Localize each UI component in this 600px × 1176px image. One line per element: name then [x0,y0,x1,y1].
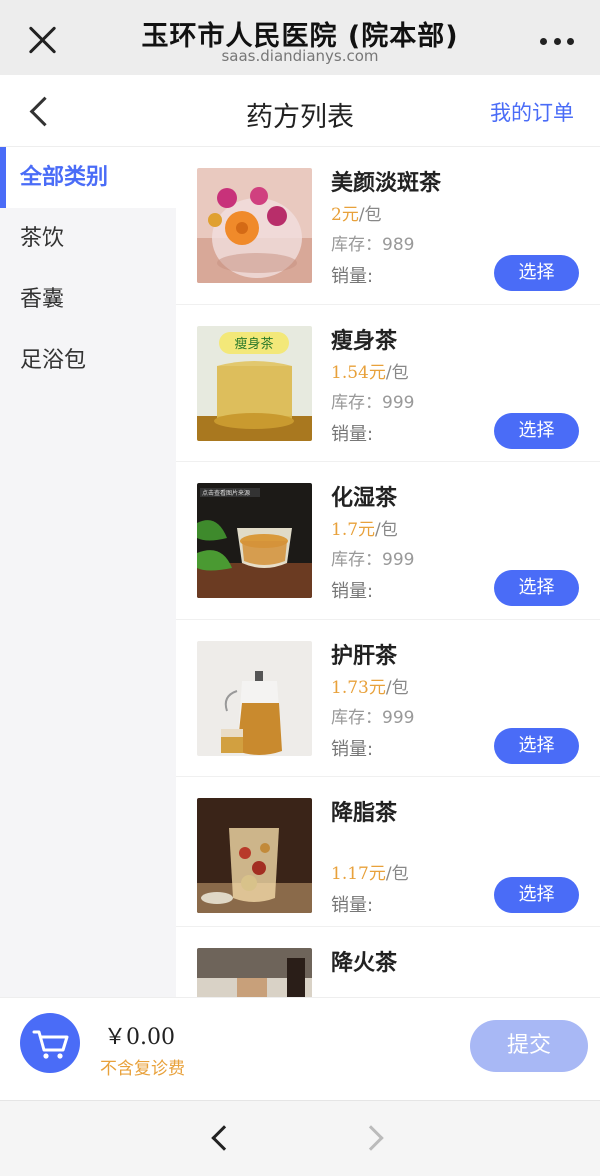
product-list: 美颜淡斑茶 2元/包 库存：989 销量: 选择 瘦身茶 瘦身茶 1.54元/包… [176,147,600,997]
select-button[interactable]: 选择 [494,255,579,291]
price-value: 1.7元 [331,520,376,540]
product-item: 降脂茶 1.17元/包 销量: 选择 [176,777,600,927]
cart-bar: ￥0.00 不含复诊费 提交 [0,997,600,1100]
product-name: 瘦身茶 [331,328,398,354]
thumb-label: 瘦身茶 [234,336,273,352]
price-unit: /包 [358,205,382,225]
sidebar-item-footbath[interactable]: 足浴包 [0,330,176,391]
product-price: 2元/包 [331,200,382,225]
product-stock: 库存：999 [331,707,415,728]
product-stock: 库存：999 [331,392,415,413]
product-sales: 销量: [331,738,374,760]
price-unit: /包 [385,362,409,383]
product-item: 降火茶 [176,927,600,997]
price-unit: /包 [385,864,409,884]
cart-total: ￥0.00 [104,1025,175,1050]
product-price: 1.17元/包 [331,859,409,884]
sidebar-item-sachet[interactable]: 香囊 [0,269,176,330]
product-item: 美颜淡斑茶 2元/包 库存：989 销量: 选择 [176,147,600,305]
sidebar-item-tea[interactable]: 茶饮 [0,208,176,269]
shopping-cart-icon[interactable] [20,1013,80,1073]
product-name: 美颜淡斑茶 [331,171,442,196]
product-image[interactable] [197,168,312,283]
price-value: 2元 [331,205,359,225]
close-icon[interactable] [26,24,58,56]
submit-button[interactable]: 提交 [470,1020,588,1072]
browser-url: saas.diandianys.com [221,47,379,65]
product-price: 1.73元/包 [331,673,409,698]
price-value: 1.17元 [331,864,386,884]
select-button[interactable]: 选择 [494,570,579,606]
my-orders-link[interactable]: 我的订单 [490,97,574,127]
browser-top-bar: 玉环市人民医院 (院本部) saas.diandianys.com [0,0,600,75]
select-button[interactable]: 选择 [494,412,579,449]
product-name: 降脂茶 [331,801,398,826]
product-item: 瘦身茶 瘦身茶 1.54元/包 库存：999 销量: 选择 [176,305,600,462]
page-title: 药方列表 [246,102,354,133]
product-sales: 销量: [331,423,374,445]
product-item: 护肝茶 1.73元/包 库存：999 销量: 选择 [176,620,600,777]
back-arrow-icon[interactable] [28,97,50,125]
product-price: 1.54元/包 [331,358,409,383]
product-image[interactable] [197,798,312,913]
thumb-caption: 点击查看图片来源 [202,489,250,497]
product-name: 化湿茶 [331,486,398,511]
chevron-right-icon[interactable] [358,1125,384,1151]
chevron-left-icon[interactable] [211,1125,237,1151]
product-image[interactable]: 点击查看图片来源 [197,483,312,598]
product-name: 护肝茶 [331,643,398,669]
product-image[interactable] [197,948,312,997]
product-stock: 库存：999 [331,550,415,570]
price-value: 1.54元 [331,362,386,383]
product-sales: 销量: [331,266,374,287]
product-stock: 库存：989 [331,235,415,255]
page-header: 药方列表 我的订单 [0,75,600,147]
more-options-icon[interactable] [540,38,574,46]
cart-note: 不含复诊费 [100,1059,185,1079]
price-unit: /包 [385,677,409,698]
category-sidebar: 全部类别 茶饮 香囊 足浴包 [0,147,176,997]
price-value: 1.73元 [331,677,386,698]
product-sales: 销量: [331,581,374,602]
product-price: 1.7元/包 [331,515,398,540]
select-button[interactable]: 选择 [494,727,579,764]
sidebar-item-all[interactable]: 全部类别 [0,147,176,208]
select-button[interactable]: 选择 [494,877,579,913]
product-name: 降火茶 [331,951,398,976]
product-item: 点击查看图片来源 化湿茶 1.7元/包 库存：999 销量: 选择 [176,462,600,620]
price-unit: /包 [375,520,398,540]
product-sales: 销量: [331,895,374,916]
product-image[interactable] [197,640,312,756]
browser-bottom-nav [0,1100,600,1176]
product-image[interactable]: 瘦身茶 [197,325,312,441]
